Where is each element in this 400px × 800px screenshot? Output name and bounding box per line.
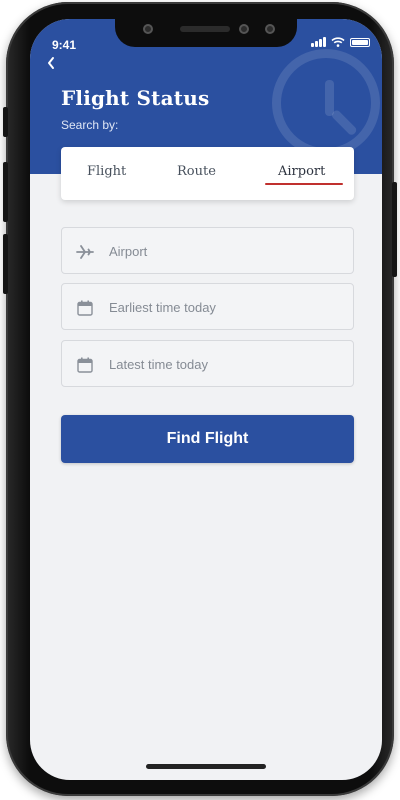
calendar-icon — [77, 300, 93, 316]
power-button — [392, 182, 397, 277]
cellular-signal-icon — [311, 37, 326, 47]
status-time: 9:41 — [52, 38, 77, 52]
tab-flight[interactable]: Flight — [87, 164, 126, 179]
wifi-icon — [331, 37, 345, 47]
search-type-tabs: Flight Route Airport — [61, 147, 354, 200]
mute-switch — [3, 107, 8, 137]
home-indicator[interactable] — [146, 764, 266, 769]
phone-frame: 9:41 Flight Status Search by: Flight Rou… — [3, 2, 397, 796]
airport-field-placeholder: Airport — [109, 244, 148, 259]
latest-time-placeholder: Latest time today — [109, 357, 208, 372]
calendar-icon — [77, 357, 93, 373]
clock-icon — [272, 49, 380, 157]
notch — [115, 19, 297, 47]
airport-field[interactable]: Airport — [61, 227, 354, 274]
active-tab-indicator — [265, 183, 343, 185]
find-flight-button[interactable]: Find Flight — [61, 415, 354, 463]
tab-route[interactable]: Route — [177, 164, 216, 179]
app-screen: 9:41 Flight Status Search by: Flight Rou… — [30, 19, 382, 780]
page-title: Flight Status — [61, 86, 210, 110]
back-button[interactable] — [46, 55, 64, 75]
airplane-icon — [76, 245, 94, 259]
latest-time-field[interactable]: Latest time today — [61, 340, 354, 387]
search-by-label: Search by: — [61, 118, 119, 132]
volume-up-button — [3, 162, 8, 222]
volume-down-button — [3, 234, 8, 294]
status-icons — [311, 37, 370, 47]
earliest-time-field[interactable]: Earliest time today — [61, 283, 354, 330]
chevron-left-icon — [48, 57, 54, 69]
tab-airport[interactable]: Airport — [278, 164, 325, 179]
earliest-time-placeholder: Earliest time today — [109, 300, 216, 315]
battery-icon — [350, 38, 370, 47]
